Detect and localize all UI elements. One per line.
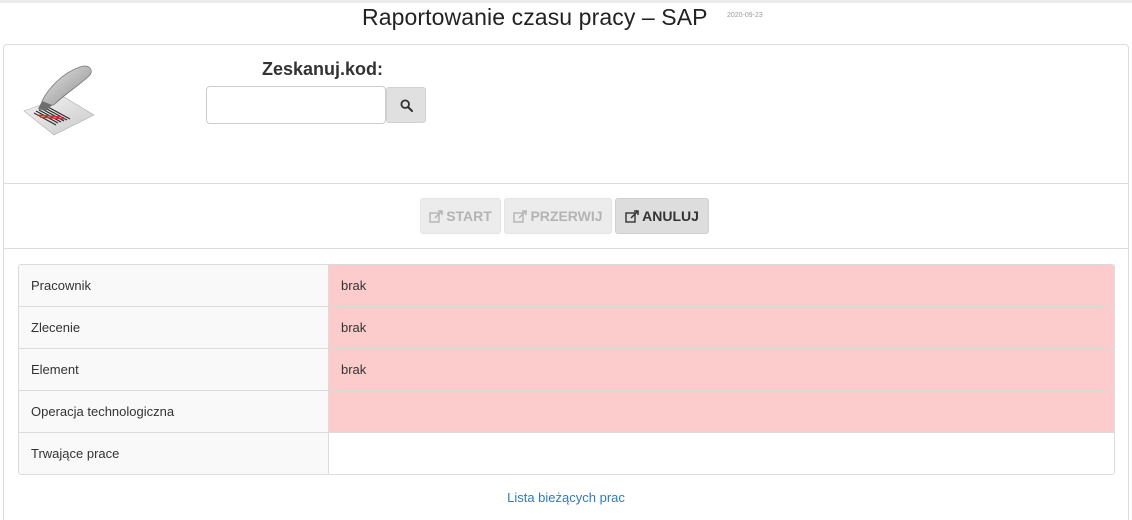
search-icon xyxy=(399,98,413,112)
main-panel: Zeskanuj.kod: START PRZERWIJ ANULUJ Prac… xyxy=(3,44,1129,520)
info-table: Pracownik brak Zlecenie brak Element bra… xyxy=(18,264,1115,475)
barcode-scanner-icon xyxy=(23,65,95,136)
row-value: brak xyxy=(329,349,1114,390)
row-value xyxy=(329,433,1114,474)
row-value: brak xyxy=(329,307,1114,348)
table-row: Pracownik brak xyxy=(19,265,1114,307)
table-row: Operacja technologiczna xyxy=(19,391,1114,433)
scan-section: Zeskanuj.kod: xyxy=(4,45,1128,184)
table-row: Trwające prace xyxy=(19,433,1114,474)
anuluj-button[interactable]: ANULUJ xyxy=(615,198,709,234)
start-label: START xyxy=(446,208,492,224)
row-value: brak xyxy=(329,265,1114,306)
page-title: Raportowanie czasu pracy – SAP xyxy=(362,4,708,30)
current-jobs-link[interactable]: Lista bieżących prac xyxy=(4,490,1128,505)
row-label: Operacja technologiczna xyxy=(19,391,329,432)
table-row: Zlecenie brak xyxy=(19,307,1114,349)
top-divider xyxy=(0,0,1132,3)
przerwij-label: PRZERWIJ xyxy=(530,208,603,224)
search-button[interactable] xyxy=(386,87,426,123)
scan-label: Zeskanuj.kod: xyxy=(262,59,384,79)
przerwij-button[interactable]: PRZERWIJ xyxy=(504,198,612,234)
external-link-icon xyxy=(625,209,639,223)
table-row: Element brak xyxy=(19,349,1114,391)
action-buttons-section: START PRZERWIJ ANULUJ xyxy=(4,184,1128,249)
start-button[interactable]: START xyxy=(420,198,501,234)
row-label: Element xyxy=(19,349,329,390)
row-label: Pracownik xyxy=(19,265,329,306)
row-label: Trwające prace xyxy=(19,433,329,474)
row-label: Zlecenie xyxy=(19,307,329,348)
external-link-icon xyxy=(429,209,443,223)
row-value xyxy=(329,391,1114,432)
page-date: 2020-09-23 xyxy=(727,12,763,19)
anuluj-label: ANULUJ xyxy=(642,208,699,224)
scan-code-input[interactable] xyxy=(206,86,386,124)
page-header: Raportowanie czasu pracy – SAP 2020-09-2… xyxy=(0,4,1132,38)
external-link-icon xyxy=(513,209,528,223)
